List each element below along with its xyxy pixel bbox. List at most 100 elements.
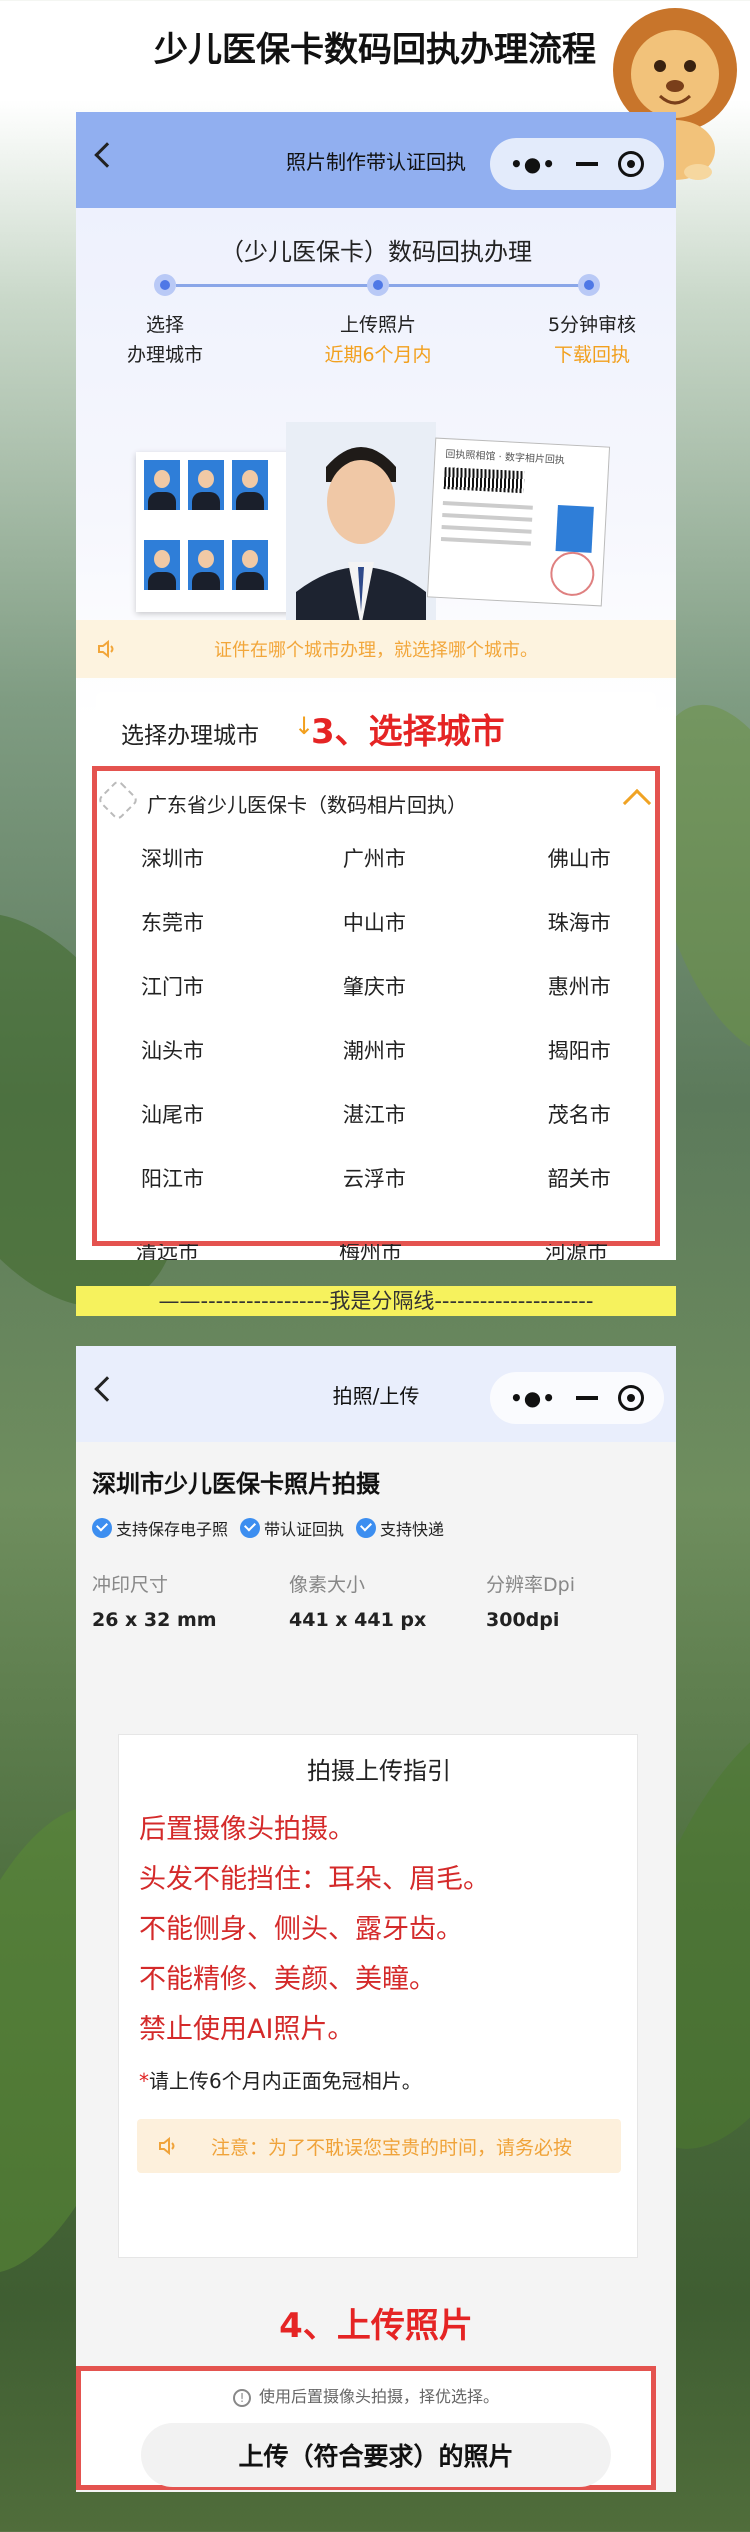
city-option[interactable]: 汕尾市: [97, 1099, 299, 1163]
step-label: 选择: [145, 314, 184, 336]
city-option[interactable]: 揭阳市: [498, 1035, 657, 1099]
upload-photo-button[interactable]: 上传（符合要求）的照片: [141, 2423, 611, 2487]
hero-title: （少儿医保卡）数码回执办理: [220, 238, 532, 266]
annotation-select-city: 3、选择城市: [311, 712, 505, 752]
stamp-icon: [549, 550, 596, 598]
city-option[interactable]: 云浮市: [299, 1163, 498, 1227]
receipt-photo: [555, 505, 594, 553]
city-option[interactable]: 茂名市: [498, 1099, 657, 1163]
portrait-photo: [286, 422, 436, 627]
city-list-panel: 广东省少儿医保卡（数码相片回执） 深圳市 广州市 佛山市 东莞市 中山市 珠海市 江门市…: [92, 766, 660, 1246]
city-row-cut: 清远市 梅州市 河源市: [76, 1244, 676, 1260]
city-grid: 深圳市 广州市 佛山市 东莞市 中山市 珠海市 江门市 肇庆市 惠州市 汕头市 潮州市 揭阳市 …: [97, 843, 657, 1227]
step-dot-icon: [367, 274, 389, 296]
select-city-header: 选择办理城市 ↓ 3、选择城市: [96, 692, 656, 766]
guide-note: *请上传6个月内正面免冠相片。: [139, 2065, 422, 2094]
check-icon: [356, 1518, 377, 1538]
step-2: 上传照片 近期6个月内: [303, 310, 453, 370]
city-option[interactable]: 汕头市: [97, 1035, 299, 1099]
spec-value: 441 x 441 px: [289, 1609, 427, 1631]
step-sublabel: 近期6个月内: [324, 344, 432, 366]
close-miniprogram-icon[interactable]: [617, 1385, 644, 1411]
city-option[interactable]: 惠州市: [498, 971, 657, 1035]
spec-dpi: 分辨率Dpi 300dpi: [486, 1570, 676, 1631]
step-label: 5分钟审核: [547, 314, 637, 336]
more-icon[interactable]: •●•: [510, 152, 556, 176]
notice-bar: 证件在哪个城市办理，就选择哪个城市。: [76, 620, 676, 678]
feature-tag-label: 带认证回执: [264, 1520, 345, 1539]
annotation-upload-photo: 4、上传照片: [279, 2306, 473, 2346]
more-icon[interactable]: •●•: [510, 1386, 556, 1410]
chevron-up-icon[interactable]: [622, 788, 652, 818]
step-sublabel: 下载回执: [553, 344, 630, 366]
screen-photo-upload: 拍照/上传 •●• 深圳市少儿医保卡照片拍摄 支持保存电子照 带认证回执 支持快…: [76, 1346, 676, 2492]
city-option[interactable]: 阳江市: [97, 1163, 299, 1227]
province-header[interactable]: 广东省少儿医保卡（数码相片回执）: [147, 789, 467, 818]
step-1: 选择 办理城市: [90, 310, 240, 370]
city-option[interactable]: 湛江市: [299, 1099, 498, 1163]
spec-label: 像素大小: [289, 1574, 366, 1596]
digital-receipt-card: 回执照相馆 · 数字相片回执: [426, 437, 611, 607]
city-option[interactable]: 潮州市: [299, 1035, 498, 1099]
spec-label: 冲印尺寸: [92, 1574, 169, 1596]
city-option[interactable]: 佛山市: [498, 843, 657, 907]
section-divider: ——-----------------我是分隔线----------------…: [76, 1286, 676, 1316]
feature-tag-label: 支持保存电子照: [116, 1520, 229, 1539]
back-icon[interactable]: [94, 1376, 120, 1402]
spec-label: 分辨率Dpi: [486, 1574, 575, 1596]
city-option[interactable]: 珠海市: [498, 907, 657, 971]
back-icon[interactable]: [94, 142, 120, 168]
mini-program-capsule: •●•: [490, 138, 664, 190]
warning-bar: 注意：为了不耽误您宝贵的时间，请务必按: [137, 2119, 621, 2173]
province-badge-icon: [96, 778, 140, 822]
feature-tag-label: 支持快递: [380, 1520, 445, 1539]
city-option[interactable]: 肇庆市: [299, 971, 498, 1035]
guide-rule: 头发不能挡住：耳朵、眉毛。: [139, 1864, 490, 1895]
city-option[interactable]: 东莞市: [97, 907, 299, 971]
city-option[interactable]: 河源市: [495, 1244, 655, 1260]
guide-rule: 后置摄像头拍摄。: [139, 1814, 355, 1845]
nav-bar: 拍照/上传 •●•: [76, 1346, 676, 1442]
notice-text: 证件在哪个城市办理，就选择哪个城市。: [214, 640, 538, 661]
guide-note-text: 请上传6个月内正面免冠相片。: [149, 2069, 422, 2093]
minimize-icon[interactable]: [576, 1396, 598, 1400]
city-option[interactable]: 广州市: [299, 843, 498, 907]
upload-tip-text: 使用后置摄像头拍摄，择优选择。: [258, 2387, 499, 2406]
city-option[interactable]: 梅州市: [295, 1244, 495, 1260]
spec-pixel-size: 像素大小 441 x 441 px: [289, 1570, 479, 1631]
nav-bar: 照片制作带认证回执 •●•: [76, 112, 676, 208]
feature-tag: 带认证回执: [240, 1516, 344, 1540]
nav-title: 照片制作带认证回执: [286, 149, 466, 174]
spec-print-size: 冲印尺寸 26 x 32 mm: [92, 1570, 282, 1631]
guide-title: 拍摄上传指引: [307, 1757, 451, 1785]
step-sublabel: 办理城市: [126, 344, 203, 366]
city-option[interactable]: 中山市: [299, 907, 498, 971]
city-option[interactable]: 深圳市: [97, 843, 299, 907]
city-option[interactable]: 江门市: [97, 971, 299, 1035]
feature-tags: 支持保存电子照 带认证回执 支持快递: [92, 1516, 444, 1540]
shooting-guide-card: 拍摄上传指引 后置摄像头拍摄。 头发不能挡住：耳朵、眉毛。 不能侧身、侧头、露牙…: [118, 1734, 638, 2258]
select-city-label: 选择办理城市: [121, 723, 259, 749]
close-miniprogram-icon[interactable]: [617, 151, 644, 177]
step-dot-icon: [578, 274, 600, 296]
sample-photos-illustration: 回执照相馆 · 数字相片回执: [136, 422, 616, 632]
minimize-icon[interactable]: [576, 162, 598, 166]
step-label: 上传照片: [339, 314, 416, 336]
feature-tag: 支持快递: [356, 1516, 444, 1540]
feature-tag: 支持保存电子照: [92, 1516, 228, 1540]
check-icon: [92, 1518, 112, 1538]
city-option[interactable]: 韶关市: [498, 1163, 657, 1227]
spec-value: 300dpi: [486, 1609, 560, 1631]
step-dot-icon: [154, 274, 176, 296]
city-option[interactable]: 清远市: [92, 1244, 295, 1260]
spec-value: 26 x 32 mm: [92, 1609, 217, 1631]
photo-spec-title: 深圳市少儿医保卡照片拍摄: [92, 1470, 380, 1498]
barcode-icon: [443, 467, 525, 494]
mini-program-capsule: •●•: [490, 1372, 664, 1424]
upload-tip: ! 使用后置摄像头拍摄，择优选择。: [81, 2383, 651, 2407]
nav-title: 拍照/上传: [332, 1383, 420, 1408]
guide-rule: 不能精修、美颜、美瞳。: [139, 1964, 436, 1995]
check-icon: [240, 1518, 261, 1538]
info-icon: !: [232, 2389, 251, 2407]
required-star: *: [139, 2069, 149, 2093]
